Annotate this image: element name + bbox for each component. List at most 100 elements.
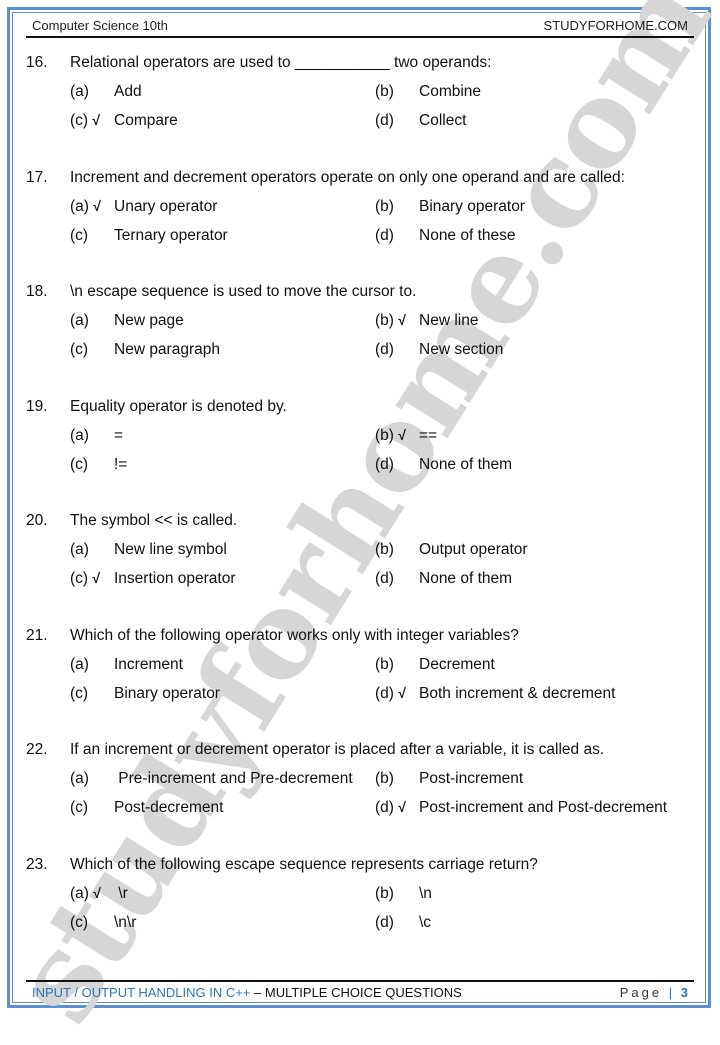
option-a: (a) Pre-increment and Pre-decrement <box>70 770 353 788</box>
option-label-group: (a) <box>70 656 114 674</box>
checkmark-icon: √ <box>398 799 406 815</box>
option-d: (d) Collect <box>375 112 466 130</box>
option-text: Pre-increment and Pre-decrement <box>114 770 353 787</box>
option-label-group: (a) √ <box>70 885 114 903</box>
question-stem: Equality operator is denoted by. <box>70 397 287 415</box>
option-label: (b) <box>375 83 394 100</box>
option-a: (a) New line symbol <box>70 541 227 559</box>
footer-section: MULTIPLE CHOICE QUESTIONS <box>264 985 462 1000</box>
header-site: STUDYFORHOME.COM <box>543 18 688 33</box>
option-text: Combine <box>419 83 482 100</box>
option-text: Post-increment <box>419 770 524 787</box>
option-label: (d) <box>375 341 394 358</box>
checkmark-icon: √ <box>398 684 406 701</box>
page-number: 3 <box>680 985 688 1000</box>
option-c: (c) \n\r <box>70 914 136 932</box>
option-label: (b) <box>375 770 394 787</box>
option-text: None of these <box>419 226 516 244</box>
option-text: Compare <box>114 112 178 129</box>
option-label-group: (c) √ <box>70 112 114 130</box>
option-c: (c) New paragraph <box>70 341 220 359</box>
option-a: (a) = <box>70 427 123 445</box>
option-b: (b) Combine <box>375 83 481 101</box>
option-label: (a) <box>70 770 89 787</box>
option-b: (b) √ == <box>375 427 437 445</box>
option-text: == <box>419 426 438 444</box>
option-text: New page <box>114 312 184 329</box>
option-label: (d) <box>375 799 394 816</box>
option-label-group: (b) <box>375 656 419 674</box>
option-b: (b) √ New line <box>375 312 478 330</box>
option-text: None of them <box>419 455 513 473</box>
option-a: (a) Add <box>70 83 142 101</box>
option-a: (a) New page <box>70 312 184 330</box>
option-b: (b) Post-increment <box>375 770 523 788</box>
option-label-group: (d) √ <box>375 685 419 703</box>
page-word: Page <box>619 985 663 1000</box>
option-text: New paragraph <box>114 341 220 358</box>
option-label: (a) <box>70 426 89 444</box>
option-c: (c) Binary operator <box>70 685 220 703</box>
option-label: (c) <box>70 913 89 931</box>
question-number: 23. <box>26 855 48 873</box>
option-d: (d) None of them <box>375 456 512 474</box>
option-label: (b) <box>375 541 394 558</box>
option-label: (d) <box>375 684 394 702</box>
question-stem: Which of the following escape sequence r… <box>70 855 538 873</box>
option-label: (a) <box>70 541 89 558</box>
checkmark-icon: √ <box>92 112 101 128</box>
option-label: (a) <box>70 312 89 329</box>
option-text: New line <box>419 312 479 329</box>
option-d: (d) √ Both increment & decrement <box>375 685 615 703</box>
option-label-group: (b) √ <box>375 312 419 330</box>
option-label-group: (c) <box>70 227 114 245</box>
option-c: (c) Ternary operator <box>70 227 228 245</box>
option-label-group: (d) √ <box>375 799 419 817</box>
question-number: 20. <box>26 512 48 529</box>
question-item: 18. \n escape sequence is used to move th… <box>26 279 694 394</box>
question-item: 17. Increment and decrement operators ope… <box>26 165 694 280</box>
option-label-group: (c) <box>70 685 114 703</box>
question-number: 18. <box>26 283 48 300</box>
question-number: 16. <box>26 54 48 71</box>
option-label: (b) <box>375 655 394 673</box>
option-a: (a) √ Unary operator <box>70 198 217 216</box>
question-number: 19. <box>26 397 48 415</box>
question-stem: The symbol << is called. <box>70 512 238 529</box>
option-label-group: (d) <box>375 227 419 245</box>
option-c: (c) Post-decrement <box>70 799 223 817</box>
option-c: (c) √ Insertion operator <box>70 570 236 588</box>
question-stem: Increment and decrement operators operat… <box>70 168 625 186</box>
option-text: Post-decrement <box>114 799 224 816</box>
option-d: (d) √ Post-increment and Post-decrement <box>375 799 667 817</box>
option-label: (a) <box>70 197 89 215</box>
option-a: (a) Increment <box>70 656 183 674</box>
option-text: \c <box>419 913 432 931</box>
option-text: Insertion operator <box>114 570 236 587</box>
option-c: (c) √ Compare <box>70 112 178 130</box>
page-header: Computer Science 10th STUDYFORHOME.COM <box>26 16 694 38</box>
option-label: (d) <box>375 913 394 931</box>
option-label: (d) <box>375 226 394 244</box>
option-label-group: (a) <box>70 541 114 559</box>
checkmark-icon: √ <box>398 312 406 328</box>
footer-title: INPUT / OUTPUT HANDLING IN C++ – MULTIPL… <box>32 985 462 1000</box>
option-label-group: (d) <box>375 456 419 474</box>
option-label: (c) <box>70 455 89 473</box>
option-d: (d) New section <box>375 341 503 359</box>
page-indicator: Page | 3 <box>620 985 688 1000</box>
option-label-group: (d) <box>375 570 419 588</box>
option-label: (c) <box>70 341 89 358</box>
option-text: Unary operator <box>114 197 218 215</box>
option-b: (b) \n <box>375 885 432 903</box>
option-text: != <box>114 455 128 473</box>
question-number: 21. <box>26 626 48 644</box>
option-label-group: (b) <box>375 770 419 788</box>
question-stem: Which of the following operator works on… <box>70 626 519 644</box>
option-label-group: (b) <box>375 885 419 903</box>
option-text: Collect <box>419 112 467 129</box>
option-label-group: (d) <box>375 914 419 932</box>
option-label: (c) <box>70 112 89 129</box>
option-label-group: (a) <box>70 312 114 330</box>
option-label: (b) <box>375 884 394 902</box>
